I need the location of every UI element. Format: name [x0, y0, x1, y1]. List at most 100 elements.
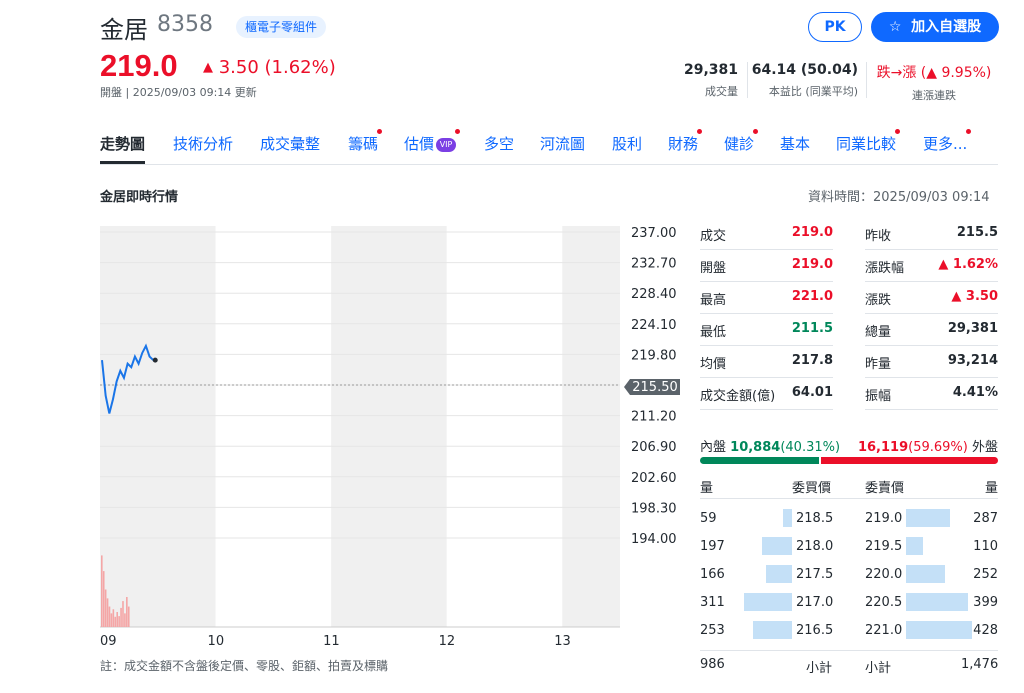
divider: [700, 498, 998, 499]
bid-total-label: 小計: [806, 661, 833, 676]
quote-value: 64.01: [791, 385, 833, 400]
y-tick-label: 228.40: [631, 287, 677, 302]
add-watchlist-button[interactable]: ☆ 加入自選股: [871, 12, 999, 42]
tab-technical[interactable]: 技術分析: [173, 133, 233, 164]
y-tick-label: 194.00: [631, 532, 677, 547]
x-tick-label: 11: [323, 634, 340, 649]
quote-label: 開盤: [700, 261, 727, 276]
bid-price: 218.0: [796, 539, 834, 554]
tab-basic[interactable]: 基本: [780, 133, 810, 164]
quote-label: 昨收: [865, 229, 892, 244]
y-tick-label: 211.20: [631, 410, 677, 425]
bid-qty-header: 量: [700, 481, 714, 496]
quote-value: 217.8: [791, 353, 833, 368]
time-band: [100, 226, 216, 627]
last-price-dot: [152, 357, 158, 363]
volume-bar: [114, 616, 117, 627]
tab-label: 股利: [612, 135, 643, 153]
ask-depth-bar: [906, 565, 945, 583]
tab-chips[interactable]: 籌碼: [348, 129, 383, 164]
new-dot-icon: [455, 129, 461, 134]
quote-row: 最高 221.0: [700, 282, 833, 314]
new-dot-icon: [753, 129, 759, 134]
tab-peer-compare[interactable]: 同業比較: [836, 129, 901, 164]
footnote: 註：成交金額不含盤後定價、零股、鉅額、拍賣及標購: [100, 659, 389, 673]
tab-bar: 走勢圖 技術分析 成交彙整 籌碼 估價 VIP 多空 河流圖 股利 財務 健診 基…: [100, 129, 998, 165]
x-axis: 09 10 11 12 13: [100, 634, 571, 649]
new-dot-icon: [377, 129, 383, 134]
stat-volume: 29,381 成交量: [684, 62, 738, 99]
pk-button[interactable]: PK: [808, 12, 862, 42]
ask-qty: 399: [973, 595, 998, 610]
outer-label: 外盤: [971, 440, 998, 455]
ask-qty: 110: [973, 539, 998, 554]
quote-label: 成交: [700, 229, 727, 244]
up-arrow-icon: ▲: [203, 60, 213, 75]
inner-ratio-bar: [700, 457, 819, 464]
volume-bar: [104, 589, 107, 627]
bid-qty: 253: [700, 623, 725, 638]
tab-summary[interactable]: 成交彙整: [260, 133, 320, 164]
stock-name: 金居: [100, 16, 148, 44]
tab-chart[interactable]: 走勢圖: [100, 133, 146, 164]
inner-value: 10,884: [730, 440, 781, 455]
tab-financial[interactable]: 財務: [668, 129, 703, 164]
volume-bar: [112, 609, 115, 627]
tab-dividend[interactable]: 股利: [612, 133, 642, 164]
stat-label: 連漲連跌: [912, 89, 956, 102]
tab-bull-bear[interactable]: 多空: [484, 133, 514, 164]
industry-tag[interactable]: 櫃電子零組件: [236, 16, 327, 38]
tab-label: 籌碼: [348, 135, 379, 153]
ask-total: 1,476: [961, 657, 999, 672]
ask-depth-bar: [906, 593, 968, 611]
quote-row: 昨收 215.5: [865, 218, 998, 250]
divider: [866, 62, 867, 98]
quote-label: 漲跌: [865, 293, 892, 308]
volume-bar: [110, 613, 113, 627]
ask-price: 219.0: [865, 511, 903, 526]
bid-depth-bar: [766, 565, 792, 583]
quote-label: 振幅: [865, 389, 892, 404]
ask-price: 221.0: [865, 623, 903, 638]
tab-label: 河流圖: [540, 135, 586, 153]
volume-bar: [127, 606, 130, 627]
quote-label: 均價: [700, 357, 727, 372]
divider: [747, 62, 748, 98]
inner-label: 內盤: [700, 440, 727, 455]
quote-row: 均價 217.8: [700, 346, 833, 378]
tab-health[interactable]: 健診: [724, 129, 759, 164]
quote-value: 93,214: [947, 353, 998, 368]
quote-label: 最高: [700, 293, 727, 308]
bid-price-header: 委買價: [792, 481, 832, 496]
volume-bar: [108, 606, 111, 627]
tab-label: 基本: [780, 135, 811, 153]
tab-label: 同業比較: [836, 135, 897, 153]
ask-price-header: 委賣價: [865, 481, 905, 496]
y-tick-label: 202.60: [631, 471, 677, 486]
bid-price: 217.5: [796, 567, 834, 582]
volume-bar: [101, 555, 103, 627]
tab-more[interactable]: 更多...: [923, 129, 972, 164]
stat-value: 29,381: [683, 62, 738, 78]
bid-depth-bar: [762, 537, 792, 555]
volume-bar: [106, 598, 109, 627]
tab-river[interactable]: 河流圖: [540, 133, 585, 164]
stock-code: 8358: [157, 12, 213, 37]
bid-depth-bar: [783, 509, 792, 527]
price-change-value: 3.50 (1.62%): [218, 57, 336, 78]
volume-bar: [122, 601, 124, 627]
outer-pct: (59.69%): [908, 440, 968, 455]
bid-qty: 166: [700, 567, 725, 582]
quote-value: 219.0: [791, 257, 833, 272]
stat-value: 64.14 (50.04): [751, 62, 858, 78]
intraday-chart[interactable]: 237.00 232.70 228.40 224.10 219.80 211.20 206.…: [100, 222, 690, 652]
new-dot-icon: [697, 129, 703, 134]
bid-total: 986: [700, 657, 725, 672]
ask-qty: 252: [973, 567, 998, 582]
quote-value: 211.5: [791, 321, 833, 336]
tab-valuation[interactable]: 估價 VIP: [404, 129, 461, 164]
divider: [700, 650, 998, 651]
quote-row: 成交 219.0: [700, 218, 833, 250]
time-band: [562, 226, 620, 627]
price-change: ▲ 3.50 (1.62%): [203, 57, 336, 78]
